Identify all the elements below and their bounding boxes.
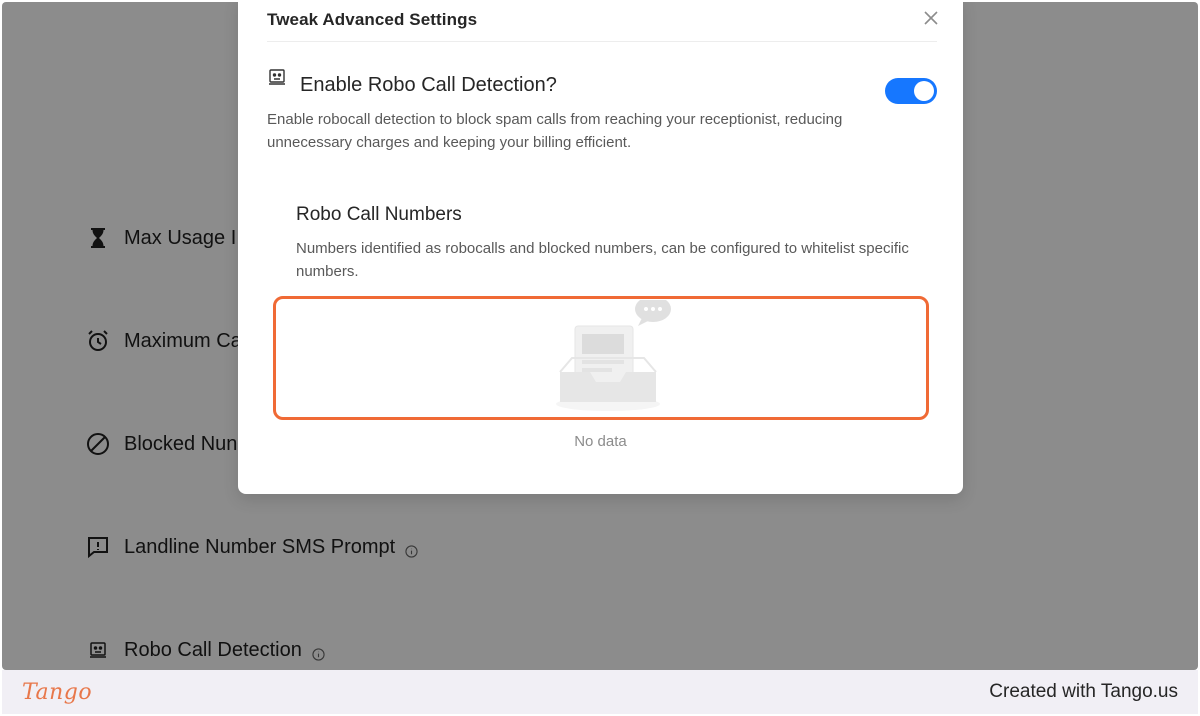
close-icon[interactable] [921,8,941,28]
robo-call-toggle[interactable] [885,78,937,104]
section-description: Numbers identified as robocalls and bloc… [296,240,909,280]
option-title: Enable Robo Call Detection? [300,74,557,96]
tango-footer: Tango Created with Tango.us [2,670,1198,714]
screenshot-frame: Max Usage I Maximum Ca Blocked Nun Landl… [2,2,1198,670]
empty-inbox-icon [548,296,678,420]
toggle-knob [914,81,934,101]
option-description: Enable robocall detection to block spam … [267,111,843,151]
robot-icon [268,68,288,88]
divider [267,41,937,42]
advanced-settings-modal: Tweak Advanced Settings Enable Robo Call… [238,2,963,494]
credit-text: Created with Tango.us [989,681,1178,702]
empty-state-text: No data [574,433,627,450]
tango-logo: Tango [22,679,93,705]
section-title: Robo Call Numbers [296,204,462,225]
modal-title: Tweak Advanced Settings [267,10,478,29]
